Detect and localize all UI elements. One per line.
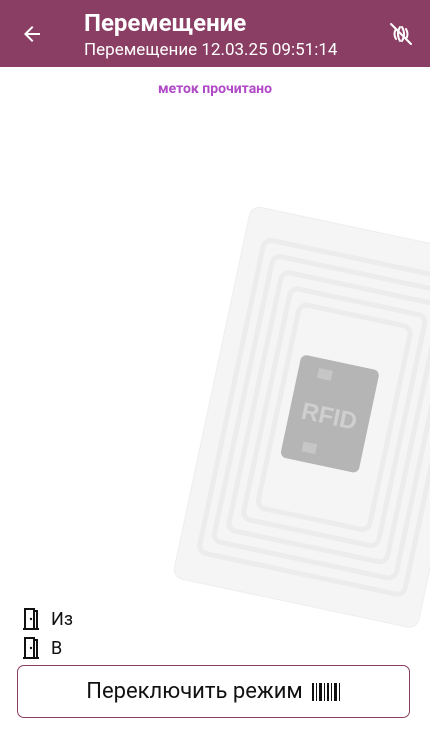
nfc-toggle-button[interactable]	[386, 18, 416, 50]
app-screen: Перемещение Перемещение 12.03.25 09:51:1…	[0, 0, 430, 739]
svg-text:RFID: RFID	[299, 398, 359, 436]
back-button[interactable]	[14, 18, 50, 50]
from-location-row[interactable]: Из	[20, 605, 73, 633]
arrow-left-icon	[24, 26, 40, 42]
read-tags-count: меток прочитано	[157, 81, 273, 97]
to-location-row[interactable]: В	[20, 634, 62, 662]
page-title: Перемещение	[84, 9, 247, 37]
door-icon	[20, 607, 42, 631]
door-icon	[20, 636, 42, 660]
switch-mode-button[interactable]: Переключить режим	[17, 665, 410, 718]
switch-mode-label: Переключить режим	[86, 679, 303, 704]
app-bar: Перемещение Перемещение 12.03.25 09:51:1…	[0, 0, 430, 67]
from-label: Из	[51, 608, 73, 630]
nfc-off-icon	[390, 23, 412, 45]
to-label: В	[51, 637, 63, 659]
barcode-icon	[311, 682, 340, 701]
rfid-tag-illustration: RFID	[173, 206, 430, 628]
page-subtitle: Перемещение 12.03.25 09:51:14	[84, 40, 338, 60]
